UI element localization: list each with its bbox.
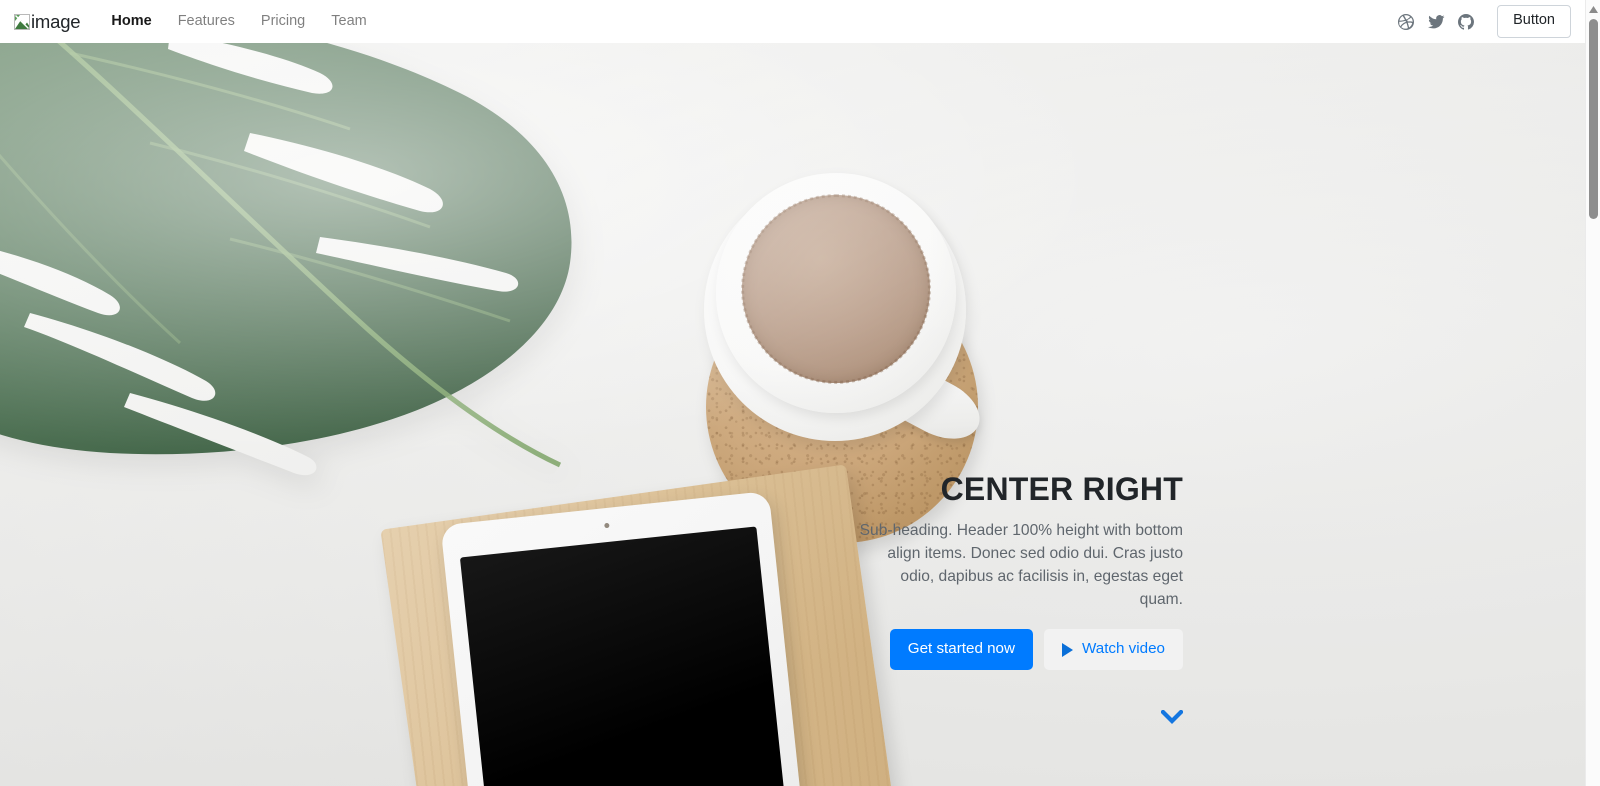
watch-video-button[interactable]: Watch video: [1043, 629, 1183, 670]
caret-up-icon[interactable]: [1586, 3, 1600, 16]
hero-subtitle: Sub-heading. Header 100% height with bot…: [859, 522, 1183, 608]
hero-title: CENTER RIGHT: [940, 470, 1183, 507]
page-viewport: image Home Features Pricing Team Button …: [0, 0, 1585, 786]
navbar-right-group: Button: [1391, 5, 1571, 38]
play-icon: [1061, 642, 1073, 657]
hero-action-buttons: Get started now Watch video: [853, 629, 1183, 670]
hero-copy-block: CENTER RIGHT Sub-heading. Header 100% he…: [853, 471, 1183, 670]
browser-page: image Home Features Pricing Team Button …: [0, 0, 1600, 786]
nav-link-pricing[interactable]: Pricing: [248, 0, 318, 43]
tablet-device-image: [440, 490, 814, 786]
cup-body: [716, 173, 956, 413]
hero-background-photo: [0, 43, 1585, 786]
nav-links: Home Features Pricing Team: [98, 0, 379, 43]
chevron-down-icon[interactable]: [1159, 704, 1185, 730]
github-icon[interactable]: [1451, 9, 1481, 35]
broken-image-icon: [14, 13, 30, 30]
twitter-icon[interactable]: [1421, 9, 1451, 35]
monstera-leaf-image: [0, 43, 620, 493]
brand-logo-link[interactable]: image: [14, 11, 81, 33]
top-navbar: image Home Features Pricing Team Button: [0, 0, 1585, 43]
watch-video-label: Watch video: [1081, 640, 1165, 658]
nav-link-home[interactable]: Home: [98, 0, 164, 43]
coffee-cup-image: [700, 163, 1000, 543]
dribbble-icon[interactable]: [1391, 9, 1421, 35]
brand-alt-text: image: [31, 11, 81, 33]
tablet-camera: [603, 522, 610, 529]
scrollbar-thumb[interactable]: [1589, 19, 1598, 219]
nav-link-features[interactable]: Features: [165, 0, 248, 43]
tablet-screen: [459, 526, 801, 786]
hero-section: CENTER RIGHT Sub-heading. Header 100% he…: [0, 43, 1585, 786]
get-started-button[interactable]: Get started now: [889, 629, 1033, 670]
coffee-liquid: [741, 194, 931, 384]
vertical-scrollbar[interactable]: [1585, 0, 1600, 786]
navbar-cta-button[interactable]: Button: [1497, 5, 1571, 38]
nav-link-team[interactable]: Team: [318, 0, 379, 43]
